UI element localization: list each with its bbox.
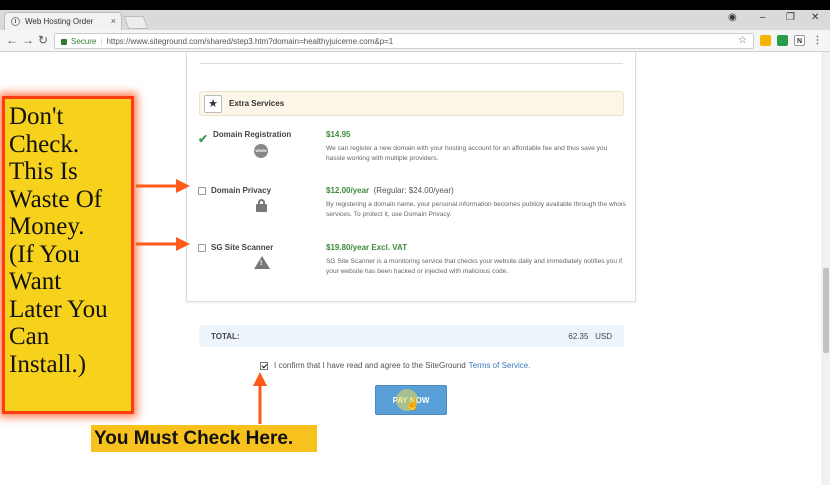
service-description: SG Site Scanner is a monitoring service … xyxy=(326,258,623,275)
screen: Web Hosting Order × ◉ – ❐ ✕ ← → ↻ Secure… xyxy=(0,0,830,485)
service-description: By registering a domain name, your perso… xyxy=(326,201,626,218)
terms-of-service-link[interactable]: Terms of Service. xyxy=(469,361,531,370)
regular-price: (Regular: $24.00/year) xyxy=(373,186,454,195)
lock-icon xyxy=(61,39,67,45)
www-globe-icon: WWW xyxy=(254,144,268,158)
service-description: We can register a new domain with your h… xyxy=(326,145,608,162)
menu-dots-icon[interactable]: ⋮ xyxy=(812,35,823,46)
url-text: https://www.siteground.com/shared/step3.… xyxy=(106,36,394,46)
domain-privacy-checkbox[interactable] xyxy=(198,186,206,195)
padlock-icon xyxy=(256,199,267,212)
currency: USD xyxy=(595,331,612,341)
callout-text: Don't Check. This Is Waste Of Money. (If… xyxy=(9,103,108,378)
tab-title: Web Hosting Order xyxy=(25,17,94,26)
service-domain-registration: ✔ Domain Registration WWW $14.95 We can … xyxy=(198,130,628,170)
top-black-bar xyxy=(0,0,830,10)
extension-green-icon[interactable] xyxy=(777,35,788,46)
dont-check-callout: Don't Check. This Is Waste Of Money. (If… xyxy=(2,96,134,414)
address-bar-row: ← → ↻ Secure | https://www.siteground.co… xyxy=(0,30,830,52)
arrow-to-terms-checkbox-icon xyxy=(253,372,267,424)
total-value: 62.35 xyxy=(568,331,589,341)
extension-n-icon[interactable]: N xyxy=(794,35,805,46)
total-label: TOTAL: xyxy=(211,331,240,341)
star-icon: ★ xyxy=(204,94,222,113)
must-check-banner: You Must Check Here. xyxy=(91,425,317,452)
maximize-icon[interactable]: ❐ xyxy=(786,12,795,23)
arrow-to-domain-privacy-icon xyxy=(136,179,190,193)
tab-favicon-icon xyxy=(11,17,20,26)
url-input[interactable]: Secure | https://www.siteground.com/shar… xyxy=(54,33,754,49)
browser-tab[interactable]: Web Hosting Order × xyxy=(4,12,122,30)
new-tab-button[interactable] xyxy=(123,16,149,29)
terms-confirm-row: I confirm that I have read and agree to … xyxy=(260,361,530,370)
extra-services-title: Extra Services xyxy=(229,99,285,108)
bookmark-star-icon[interactable]: ☆ xyxy=(738,35,747,46)
profile-icon[interactable]: ◉ xyxy=(728,12,737,23)
service-domain-privacy: Domain Privacy $12.00/year (Regular: $24… xyxy=(198,186,628,226)
confirm-text: I confirm that I have read and agree to … xyxy=(274,361,466,370)
banner-text: You Must Check Here. xyxy=(94,427,294,449)
warning-exclamation: ! xyxy=(260,260,263,267)
divider xyxy=(200,63,623,64)
extension-bulb-icon[interactable] xyxy=(760,35,771,46)
extra-services-header: ★ Extra Services xyxy=(199,91,624,116)
reload-icon[interactable]: ↻ xyxy=(38,33,48,47)
forward-arrow-icon[interactable]: → xyxy=(22,33,34,47)
total-row: TOTAL: 62.35 USD xyxy=(199,325,624,347)
back-arrow-icon[interactable]: ← xyxy=(6,33,18,47)
site-scanner-checkbox[interactable] xyxy=(198,243,206,252)
service-name: SG Site Scanner xyxy=(211,243,274,252)
service-name: Domain Registration xyxy=(213,130,292,139)
minimize-icon[interactable]: – xyxy=(760,12,766,23)
hand-cursor-icon: ☝ xyxy=(405,397,420,411)
price-value: $12.00/year xyxy=(326,186,370,195)
service-price: $14.95 xyxy=(326,130,351,139)
terms-checkbox[interactable] xyxy=(260,361,268,370)
scrollbar-thumb[interactable] xyxy=(823,268,829,353)
url-separator: | xyxy=(100,36,103,46)
domain-registration-checkmark-icon: ✔ xyxy=(198,132,209,146)
service-price: $19.80/year Excl. VAT xyxy=(326,243,408,252)
window-close-icon[interactable]: ✕ xyxy=(811,12,819,23)
tab-strip: Web Hosting Order × xyxy=(0,10,830,30)
total-amount: 62.35 USD xyxy=(568,332,612,341)
arrow-to-site-scanner-icon xyxy=(136,237,190,251)
service-price: $12.00/year (Regular: $24.00/year) xyxy=(326,186,454,195)
tab-close-icon[interactable]: × xyxy=(111,16,116,26)
service-name: Domain Privacy xyxy=(211,186,272,195)
service-sg-site-scanner: SG Site Scanner ! $19.80/year Excl. VAT … xyxy=(198,243,628,283)
secure-label: Secure xyxy=(71,36,97,46)
